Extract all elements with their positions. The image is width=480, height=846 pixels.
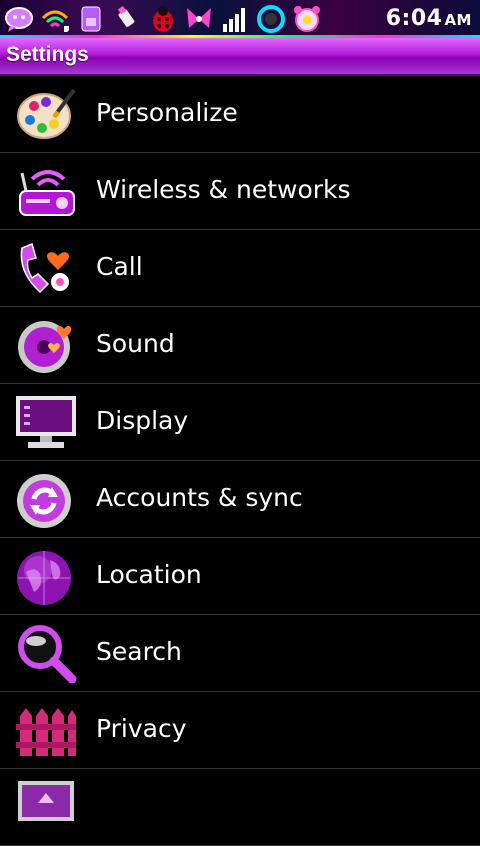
globe-icon — [14, 546, 78, 606]
usb-icon — [117, 6, 135, 27]
wifi-icon — [41, 10, 69, 32]
clock-ampm: AM — [444, 11, 472, 29]
sms-bubble-icon — [5, 7, 33, 32]
settings-item-label: Sound — [96, 329, 175, 358]
palette-icon — [14, 84, 78, 144]
settings-item-personalize[interactable]: Personalize — [0, 76, 480, 153]
status-bar: 6:04 AM — [0, 0, 480, 38]
settings-item-label: Personalize — [96, 98, 238, 127]
settings-item-sound[interactable]: Sound — [0, 307, 480, 384]
notification-icons — [4, 2, 322, 36]
sim-card-icon — [81, 6, 101, 32]
settings-item-label: Display — [96, 406, 189, 435]
settings-item-label: Location — [96, 560, 202, 589]
ladybug-icon — [153, 6, 173, 32]
magnifier-icon — [14, 623, 78, 684]
alarm-clock-icon — [294, 6, 320, 32]
settings-item-label: Wireless & networks — [96, 175, 351, 204]
radio-router-icon — [14, 161, 78, 221]
settings-item-label: Call — [96, 252, 143, 281]
settings-item-search[interactable]: Search — [0, 615, 480, 692]
settings-item-accounts-sync[interactable]: Accounts & sync — [0, 461, 480, 538]
settings-item-display[interactable]: Display — [0, 384, 480, 461]
speaker-disc-icon — [14, 315, 78, 375]
settings-item-wireless-networks[interactable]: Wireless & networks — [0, 153, 480, 230]
settings-item-call[interactable]: Call — [0, 230, 480, 307]
sync-badge-icon — [14, 469, 78, 529]
settings-item-privacy[interactable]: Privacy — [0, 692, 480, 769]
phone-heart-icon — [14, 238, 78, 298]
settings-item-label: Accounts & sync — [96, 483, 303, 512]
settings-item-label: Search — [96, 637, 182, 666]
sync-circle-icon — [257, 5, 285, 33]
fence-icon — [14, 700, 78, 760]
settings-item-location[interactable]: Location — [0, 538, 480, 615]
signal-bars-icon — [223, 8, 245, 32]
monitor-icon — [14, 392, 78, 452]
settings-item-partial[interactable] — [0, 769, 480, 846]
clock-time: 6:04 — [385, 6, 443, 31]
butterfly-icon — [187, 8, 211, 28]
title-bar: Settings — [0, 38, 480, 76]
settings-list: Personalize Wireless & networks Call Sou… — [0, 76, 480, 846]
partial-item-icon — [14, 777, 78, 837]
settings-item-label: Privacy — [96, 714, 187, 743]
page-title: Settings — [6, 43, 89, 66]
clock: 6:04 AM — [386, 6, 472, 31]
